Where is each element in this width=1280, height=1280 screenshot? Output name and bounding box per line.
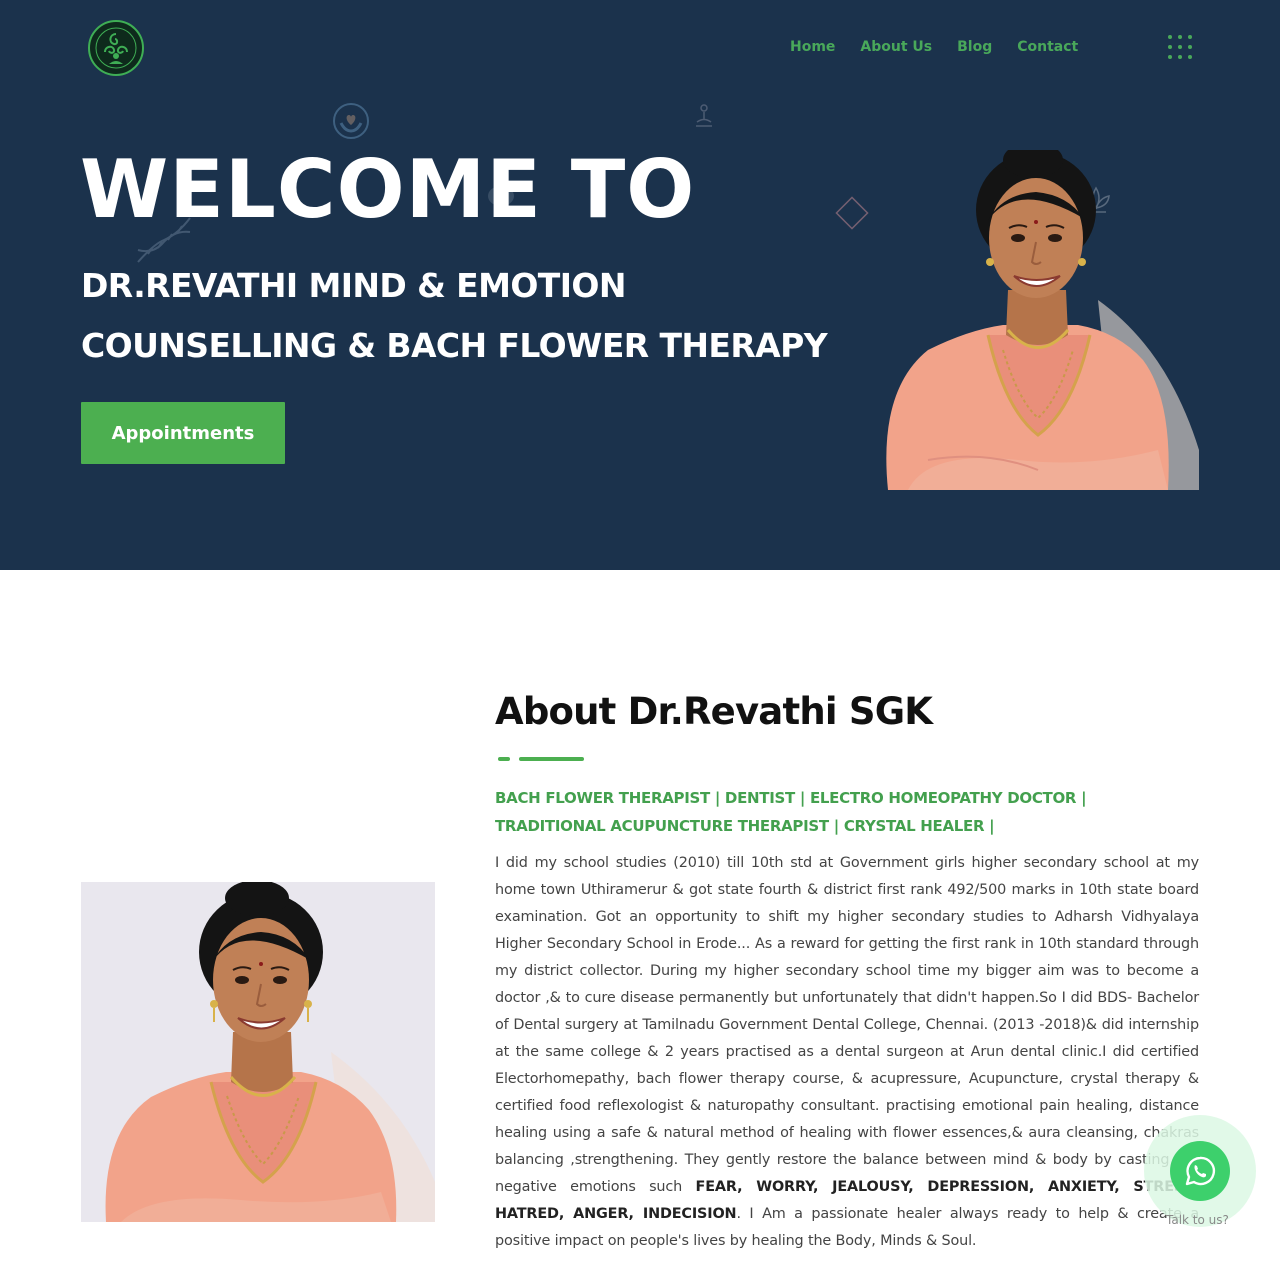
- nav-home[interactable]: Home: [790, 38, 835, 56]
- appointments-button[interactable]: Appointments: [81, 402, 285, 464]
- whatsapp-label: Talk to us?: [1166, 1213, 1229, 1227]
- about-doctor-photo: [81, 882, 435, 1222]
- meditation-icon: [696, 104, 712, 127]
- heart-hands-icon: [333, 103, 369, 139]
- nav-contact[interactable]: Contact: [1017, 38, 1078, 56]
- main-nav: Home About Us Blog Contact: [790, 38, 1103, 56]
- whatsapp-icon: [1185, 1156, 1216, 1186]
- hero-title: WELCOME TO: [80, 143, 696, 236]
- whatsapp-button[interactable]: [1170, 1141, 1230, 1201]
- hero-subtitle-line2: COUNSELLING & BACH FLOWER THERAPY: [81, 326, 828, 365]
- title-underline-dot: [498, 757, 510, 761]
- nav-about-us[interactable]: About Us: [860, 38, 932, 56]
- doctor-portrait-icon: [81, 882, 435, 1222]
- title-underline: [519, 757, 584, 761]
- hero-doctor-photo: [868, 150, 1199, 490]
- diamond-icon: [835, 196, 869, 230]
- site-logo[interactable]: [88, 20, 144, 76]
- hero-subtitle-line1: DR.REVATHI MIND & EMOTION: [81, 266, 626, 305]
- about-body-intro: I did my school studies (2010) till 10th…: [495, 855, 1199, 1195]
- nav-blog[interactable]: Blog: [957, 38, 992, 56]
- hero-section: Home About Us Blog Contact WELCOME TO DR…: [0, 0, 1280, 570]
- about-title: About Dr.Revathi SGK: [495, 690, 933, 733]
- about-body: I did my school studies (2010) till 10th…: [495, 850, 1199, 1255]
- logo-emblem-icon: [88, 20, 144, 76]
- doctor-portrait-icon: [886, 150, 1199, 490]
- about-roles: BACH FLOWER THERAPIST | DENTIST | ELECTR…: [495, 789, 1087, 835]
- dots-grid-icon[interactable]: [1168, 35, 1196, 61]
